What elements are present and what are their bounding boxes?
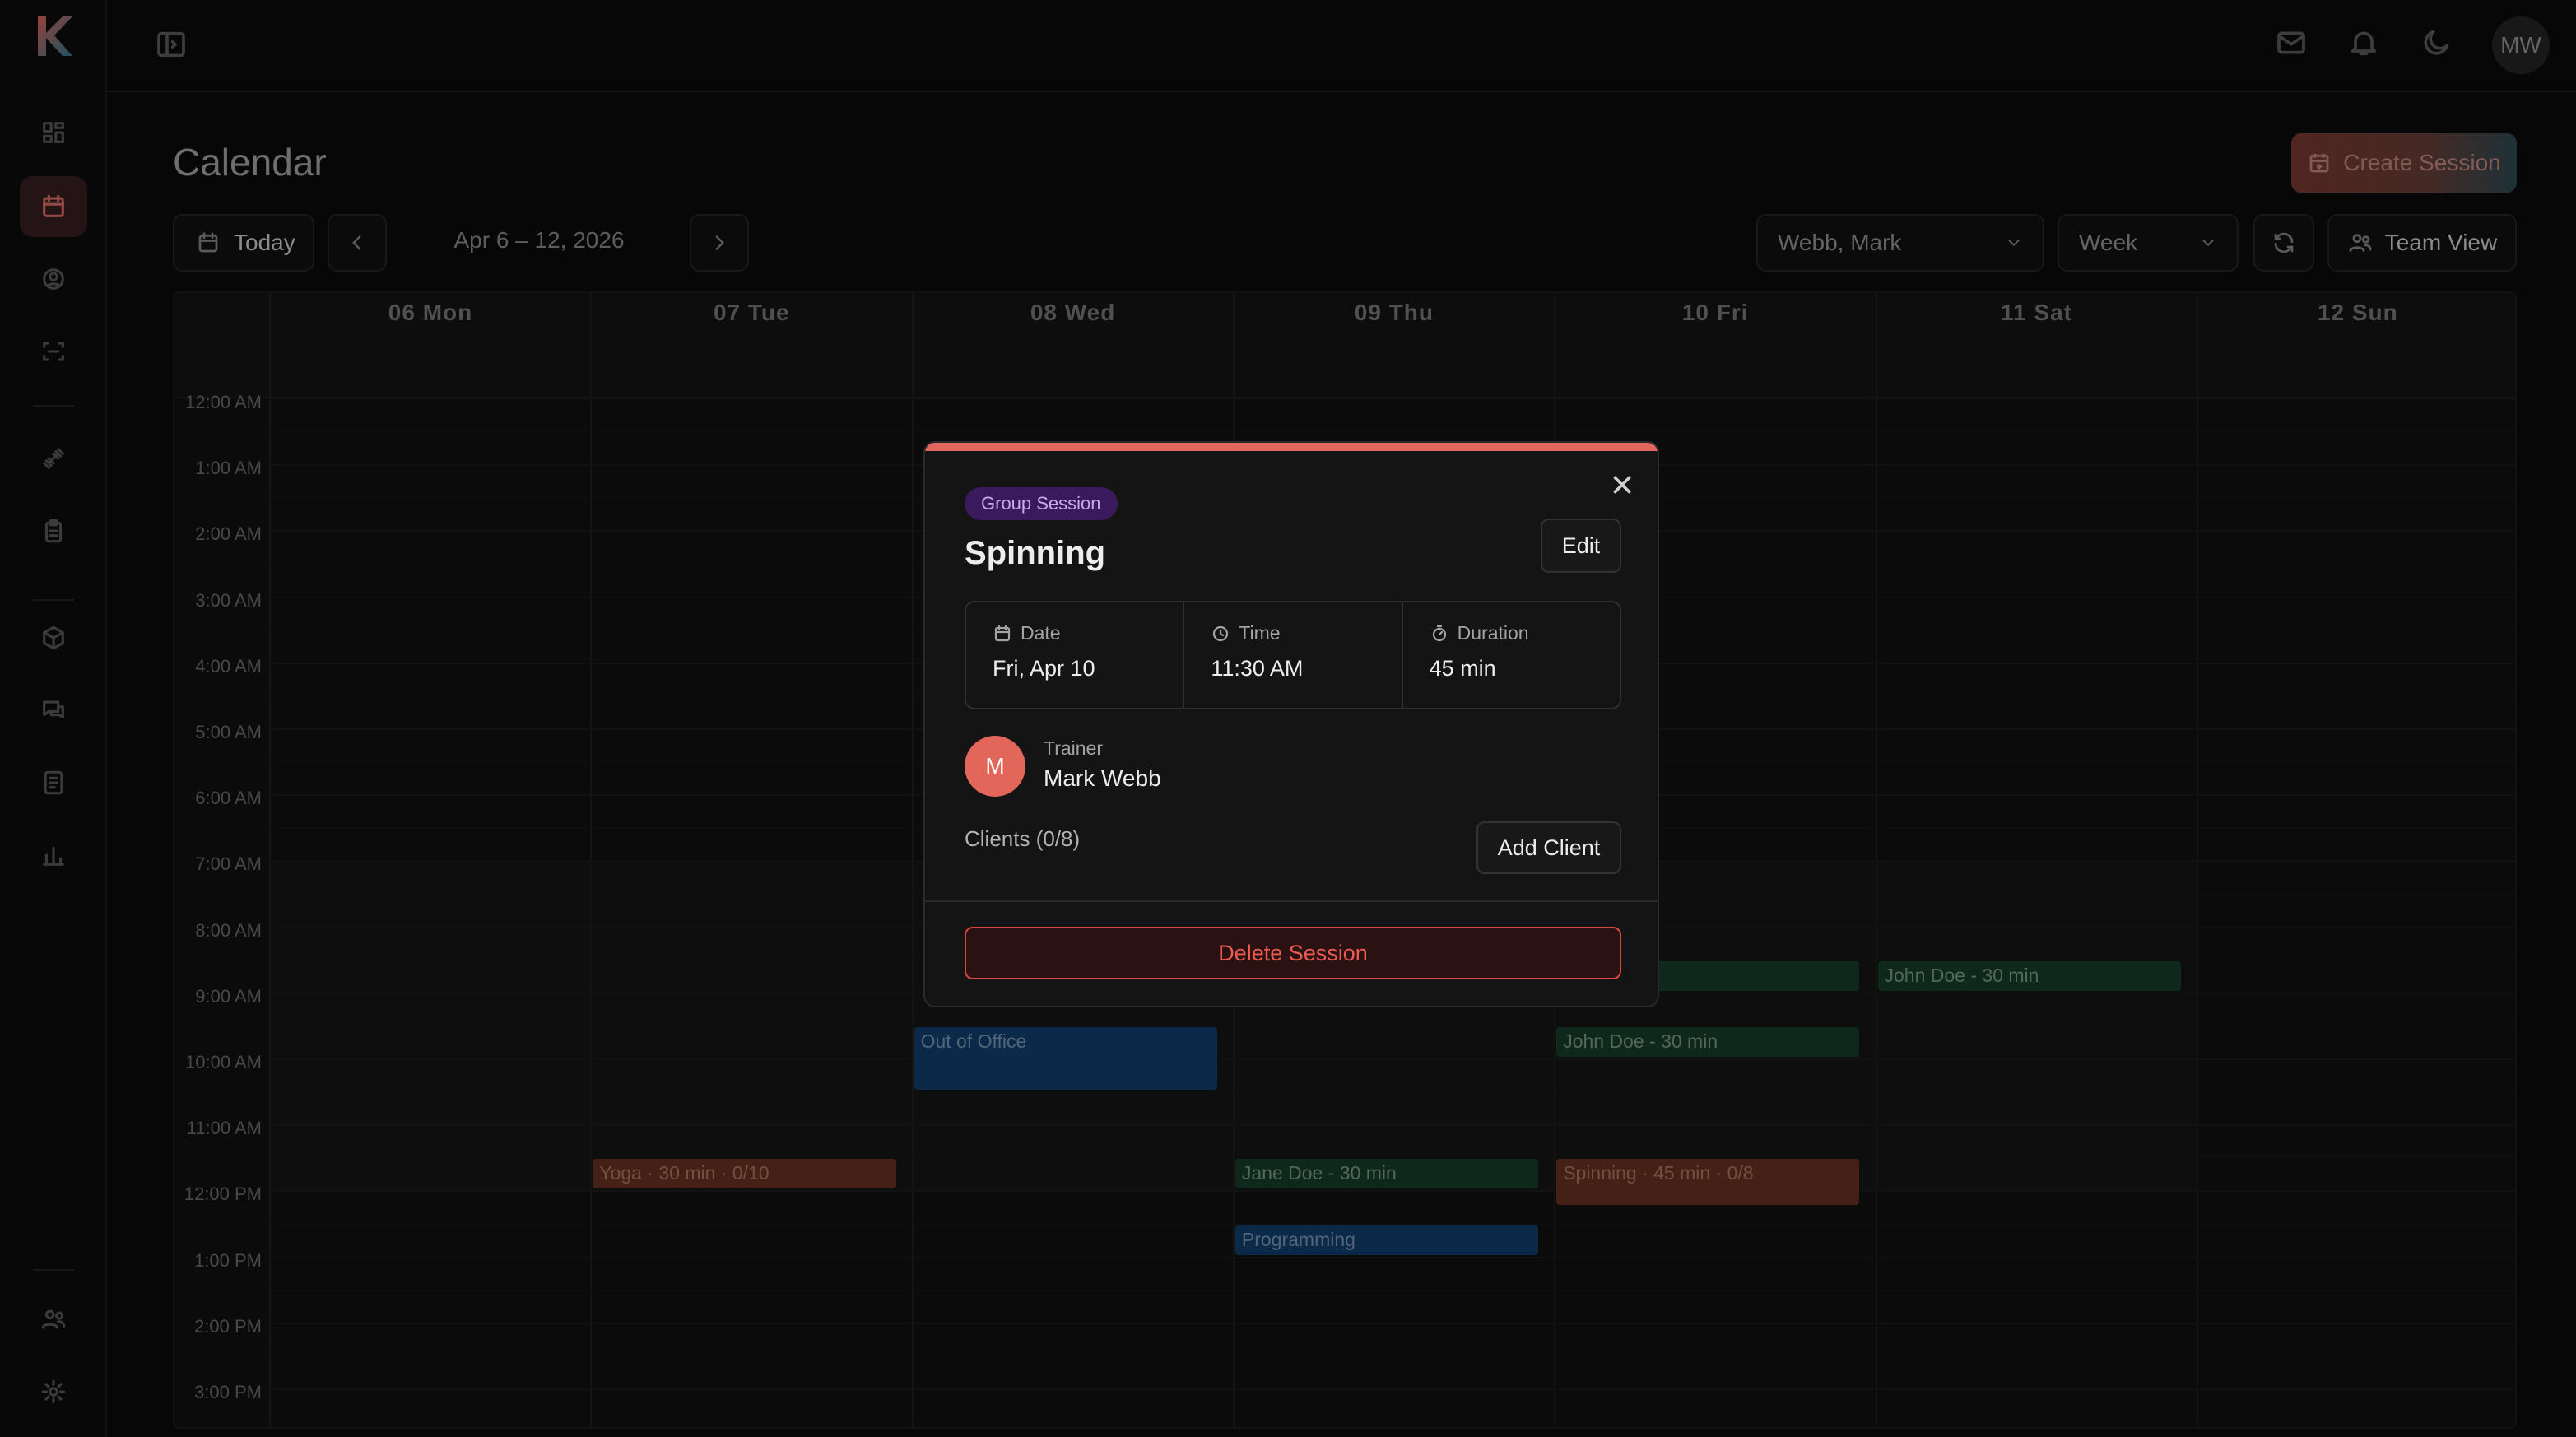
- edit-button[interactable]: Edit: [1541, 519, 1621, 573]
- duration-value: 45 min: [1429, 656, 1496, 681]
- time-value: 11:30 AM: [1211, 656, 1304, 681]
- date-label: Date: [1021, 622, 1061, 644]
- trainer-label: Trainer: [1044, 737, 1103, 759]
- close-icon: [1613, 476, 1631, 494]
- date-cell: Date Fri, Apr 10: [966, 602, 1185, 708]
- trainer-avatar: M: [965, 736, 1025, 797]
- modal-accent-bar: [925, 443, 1658, 451]
- session-type-badge: Group Session: [965, 487, 1118, 520]
- time-cell: Time 11:30 AM: [1184, 602, 1403, 708]
- duration-label: Duration: [1457, 622, 1529, 644]
- timer-icon: [1432, 625, 1446, 641]
- time-label: Time: [1239, 622, 1281, 644]
- date-value: Fri, Apr 10: [993, 656, 1095, 681]
- delete-session-button[interactable]: Delete Session: [965, 927, 1621, 979]
- modal-divider: [925, 900, 1658, 902]
- add-client-button[interactable]: Add Client: [1476, 821, 1621, 874]
- close-button[interactable]: [1608, 471, 1636, 499]
- clock-icon: [1213, 625, 1229, 641]
- duration-cell: Duration 45 min: [1403, 602, 1620, 708]
- app-root: MW Calendar Create Session Today Apr 6 –…: [0, 0, 2576, 1437]
- clients-count: Clients (0/8): [965, 826, 1081, 851]
- calendar-icon: [994, 625, 1011, 641]
- trainer-name: Mark Webb: [1044, 765, 1161, 791]
- session-detail-modal: Group Session Spinning Edit Date Fri, Ap…: [923, 441, 1659, 1007]
- session-info-box: Date Fri, Apr 10 Time 11:30 AM Duration …: [965, 601, 1621, 709]
- session-title: Spinning: [965, 535, 1106, 571]
